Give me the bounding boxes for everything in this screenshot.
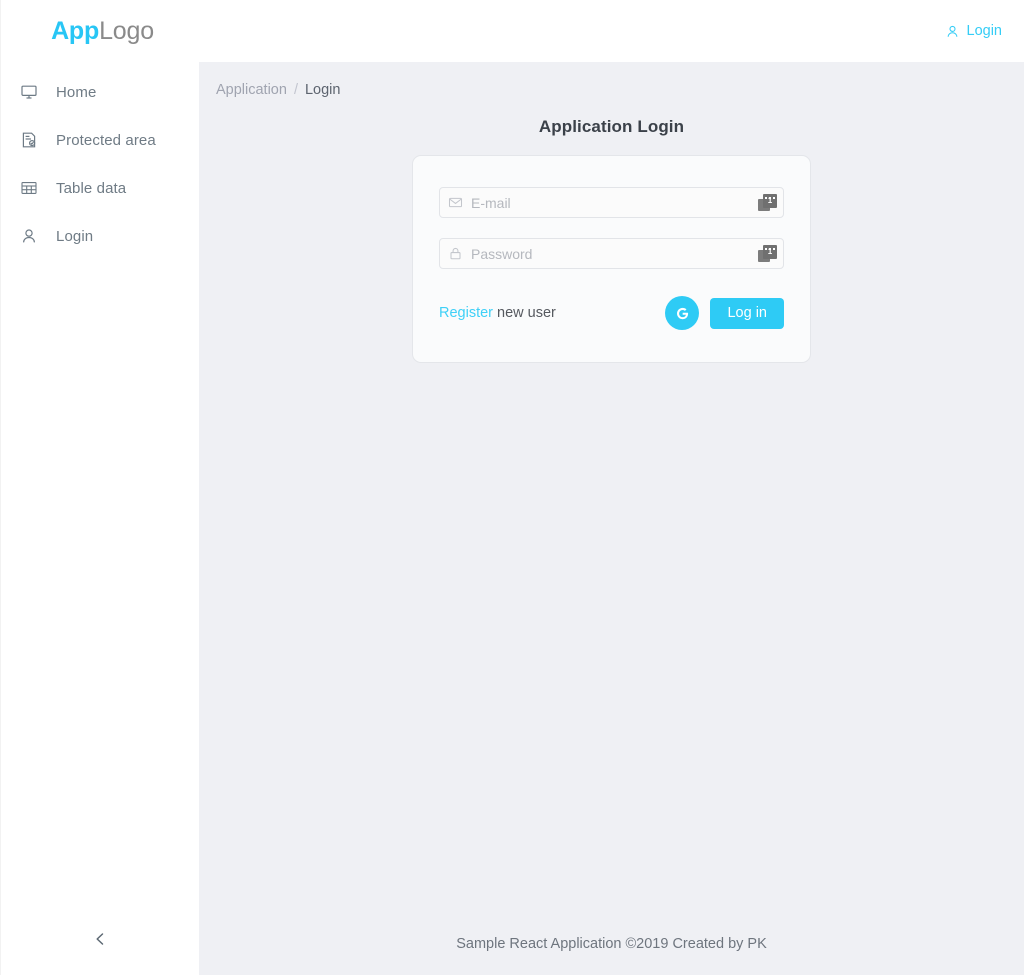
envelope-icon [448, 195, 463, 210]
sidebar-item-label: Login [56, 227, 94, 245]
breadcrumb: Application / Login [199, 62, 1024, 98]
chevron-left-icon [92, 931, 108, 952]
app-root: AppLogo Home Protected area Table data L… [0, 0, 1024, 975]
lock-icon [448, 246, 463, 261]
password-input-wrap[interactable]: 1 [439, 238, 784, 269]
sidebar-item-protected-area[interactable]: Protected area [0, 116, 199, 164]
content-area: Application / Login Application Login E-… [199, 62, 1024, 975]
app-logo-rest: Logo [99, 16, 154, 45]
top-header: Login [199, 0, 1024, 62]
breadcrumb-item-login: Login [304, 82, 341, 98]
header-login-label: Login [966, 23, 1002, 39]
footer-text: Sample React Application ©2019 Created b… [456, 936, 767, 952]
sidebar-item-home[interactable]: Home [0, 68, 199, 116]
sidebar-item-label: Protected area [56, 131, 156, 149]
user-icon [945, 24, 960, 39]
sidebar-nav: Home Protected area Table data Login [0, 68, 199, 260]
email-input-wrap[interactable]: 1 [439, 187, 784, 218]
card-footer: Register new user Log in [439, 296, 784, 330]
protected-document-icon [20, 131, 38, 149]
password-manager-badge-dots [765, 247, 775, 250]
sidebar-item-label: Table data [56, 179, 127, 197]
breadcrumb-separator: / [293, 82, 298, 98]
table-grid-icon [20, 179, 38, 197]
password-field-group: 1 [439, 238, 784, 269]
email-field-group: 1 [439, 187, 784, 218]
register-text: Register new user [439, 305, 556, 321]
register-rest-text: new user [493, 305, 556, 321]
user-icon [20, 227, 38, 245]
card-actions: Log in [665, 296, 784, 330]
breadcrumb-item-application[interactable]: Application [216, 82, 287, 98]
sidebar-collapse-button[interactable] [0, 921, 199, 961]
password-manager-badge[interactable]: 1 [758, 193, 777, 212]
password-input[interactable] [471, 240, 775, 267]
email-input[interactable] [471, 189, 775, 216]
sidebar-item-table-data[interactable]: Table data [0, 164, 199, 212]
page-title: Application Login [538, 117, 685, 136]
app-logo-strong: App [51, 16, 100, 45]
main-area: Login Application / Login Application Lo… [199, 0, 1024, 975]
sidebar-item-label: Home [56, 83, 97, 101]
app-logo-text: AppLogo [51, 16, 154, 45]
login-card: 1 [412, 155, 811, 363]
sidebar: AppLogo Home Protected area Table data L… [0, 0, 199, 975]
sidebar-item-login[interactable]: Login [0, 212, 199, 260]
login-submit-button[interactable]: Log in [710, 297, 784, 329]
app-logo[interactable]: AppLogo [0, 0, 199, 62]
header-login-link[interactable]: Login [945, 23, 1002, 39]
google-login-button[interactable] [665, 296, 700, 330]
google-icon [673, 304, 692, 323]
register-link[interactable]: Register [439, 305, 493, 321]
sidebar-left-edge [0, 0, 1, 975]
monitor-icon [20, 83, 38, 101]
page-footer: Sample React Application ©2019 Created b… [199, 913, 1024, 975]
password-manager-badge-dots [765, 196, 775, 199]
password-manager-badge[interactable]: 1 [758, 244, 777, 263]
